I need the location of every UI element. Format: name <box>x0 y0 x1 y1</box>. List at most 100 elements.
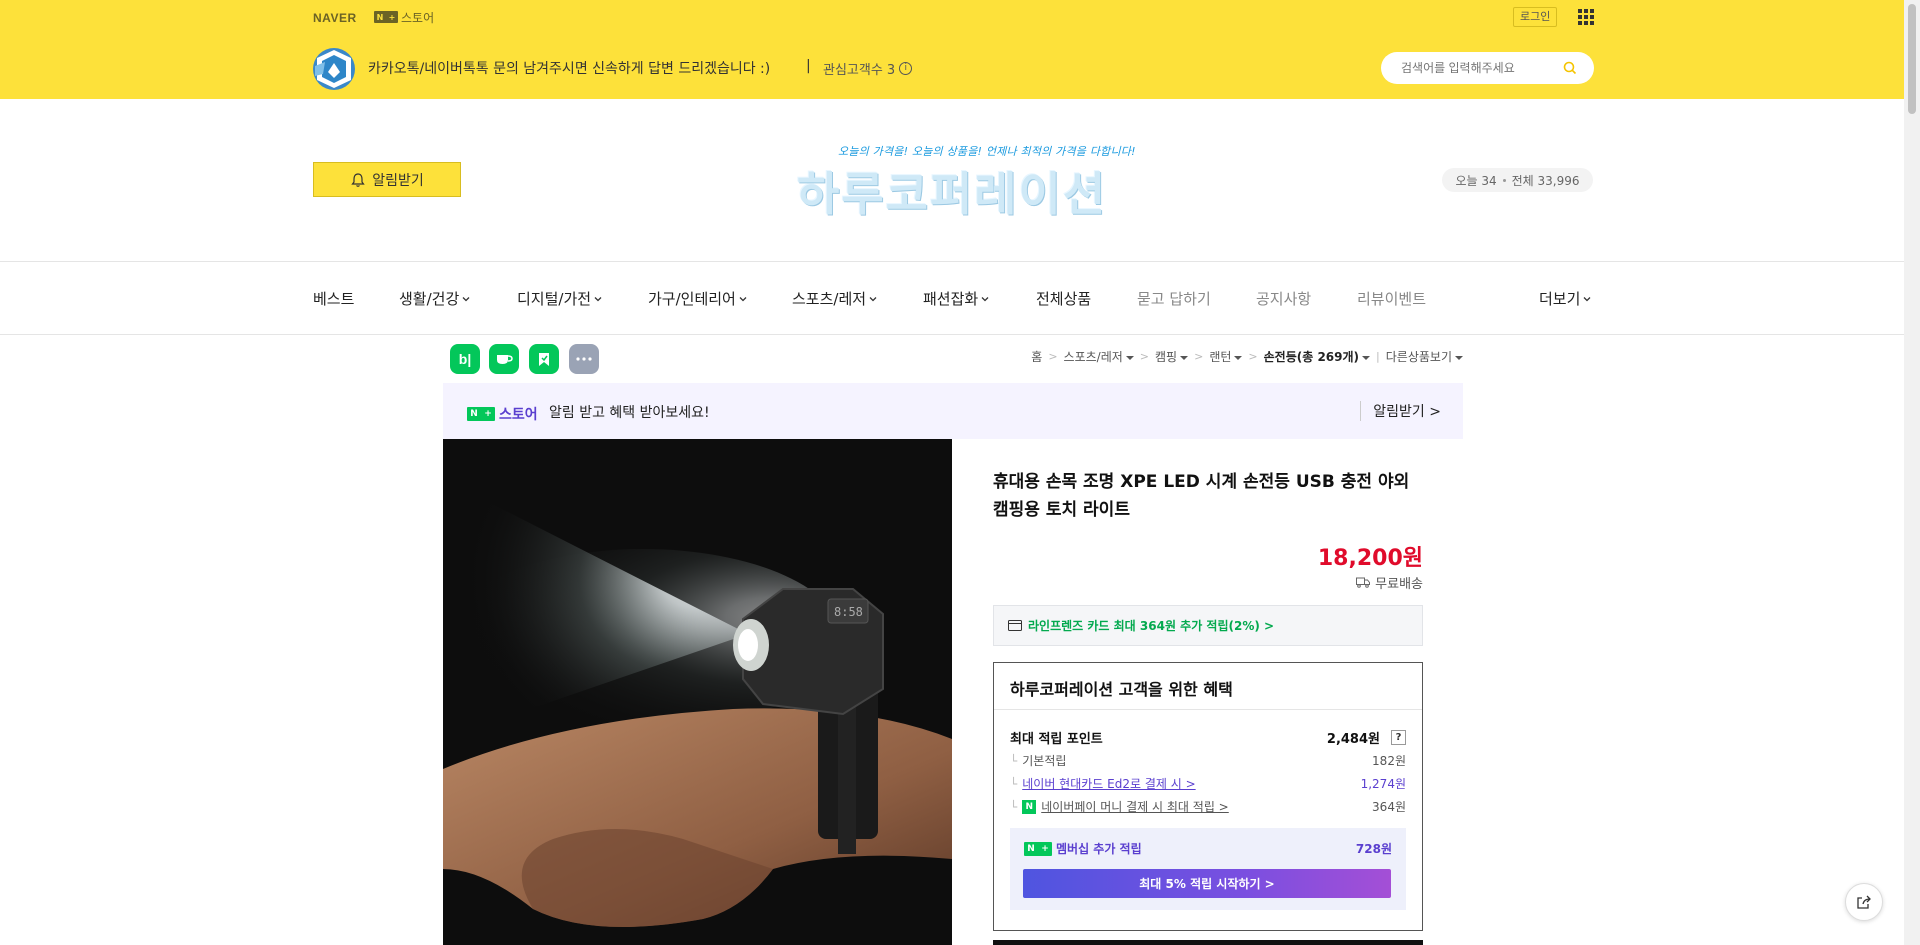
nplus-badge-icon: N + <box>1024 841 1052 856</box>
nplus-badge-icon: N + <box>374 11 398 23</box>
benefit-row-value: 1,274원 <box>1360 777 1406 791</box>
nav-item[interactable]: 묻고 답하기 <box>1137 288 1211 309</box>
alarm-subscribe-button[interactable]: 알림받기 <box>313 162 461 197</box>
nav-item-label: 패션잡화 <box>923 290 979 308</box>
visitors-total: 전체 33,996 <box>1511 173 1580 188</box>
nplus-store-logo: N + 스토어 <box>467 404 538 424</box>
product-price: 18,200원 <box>1317 546 1423 571</box>
chevron-down-icon <box>594 296 602 301</box>
benefit-row-value: 364원 <box>1372 800 1406 814</box>
nav-item[interactable]: 베스트 <box>313 288 354 309</box>
blog-icon[interactable]: b| <box>450 344 480 374</box>
favorite-count-label: 관심고객수 3 <box>823 63 896 78</box>
shipping-info: 무료배송 <box>1356 573 1423 592</box>
nav-item-label: 생활/건강 <box>399 290 460 308</box>
nav-item[interactable]: 전체상품 <box>1036 288 1091 309</box>
nav-item[interactable]: 더보기 <box>1539 288 1591 309</box>
divider: | <box>1376 350 1380 363</box>
store-profile-avatar[interactable] <box>313 48 355 90</box>
notice-alarm-link[interactable]: 알림받기 > <box>1360 401 1441 421</box>
nav-item-label: 리뷰이벤트 <box>1357 290 1427 308</box>
chevron-down-icon <box>981 296 989 301</box>
divider: | <box>806 58 811 74</box>
purchase-bar <box>993 940 1423 945</box>
chevron-down-icon <box>462 296 470 301</box>
hyundai-card-link[interactable]: 네이버 현대카드 Ed2로 결제 시 > <box>1022 775 1195 792</box>
share-button[interactable] <box>1845 883 1883 921</box>
nav-item-label: 스포츠/레저 <box>792 290 867 308</box>
breadcrumb-current[interactable]: 손전등(총 269개) <box>1264 348 1371 365</box>
max-points-row: 최대 적립 포인트 2,484원? <box>1010 728 1406 747</box>
favorite-count[interactable]: 관심고객수 3 i <box>823 59 913 78</box>
breadcrumb-home[interactable]: 홈 <box>1031 348 1042 365</box>
nav-item[interactable]: 가구/인테리어 <box>648 288 747 309</box>
nav-item-label: 베스트 <box>313 290 355 308</box>
naver-plus-store-logo[interactable]: N + 스토어 <box>374 9 434 25</box>
membership-row: N + 멤버십 추가 적립 728원 <box>1024 840 1392 857</box>
caret-down-icon <box>1125 355 1134 360</box>
nav-item[interactable]: 패션잡화 <box>923 288 989 309</box>
chevron-right-icon: > <box>1194 350 1204 363</box>
caret-down-icon <box>1180 355 1189 360</box>
login-button[interactable]: 로그인 <box>1513 7 1558 27</box>
benefit-row-npay-money[interactable]: └ N 네이버페이 머니 결제 시 최대 적립 > 364원 <box>1010 798 1406 815</box>
search-icon[interactable] <box>1563 61 1577 75</box>
notice-text: 알림 받고 혜택 받아보세요! <box>549 405 710 421</box>
breadcrumb: 홈 > 스포츠/레저 > 캠핑 > 랜턴 > 손전등(총 269개) | 다른상… <box>1031 348 1463 365</box>
card-benefit-link[interactable]: 라인프렌즈 카드 최대 364원 추가 적립(2%) > <box>993 605 1423 646</box>
nav-item-label: 디지털/가전 <box>517 290 592 308</box>
benefit-title: 하루코퍼레이션 고객을 위한 혜택 <box>1010 680 1233 699</box>
scrollbar[interactable] <box>1904 0 1920 945</box>
nplus-store-label: 스토어 <box>401 10 435 25</box>
chevron-right-icon: > <box>1048 350 1058 363</box>
card-benefit-text: 라인프렌즈 카드 최대 364원 추가 적립(2%) > <box>1028 619 1275 633</box>
help-icon[interactable]: ? <box>1391 730 1406 745</box>
store-notice-banner: N + 스토어 알림 받고 혜택 받아보세요! 알림받기 > <box>443 383 1463 439</box>
nav-item-label: 전체상품 <box>1036 290 1092 308</box>
category-nav: 베스트 생활/건강 디지털/가전 가구/인테리어 스포츠/레저 패션잡화 전체상품 묻고 답하… <box>0 261 1904 335</box>
nav-item[interactable]: 리뷰이벤트 <box>1357 288 1426 309</box>
membership-value: 728원 <box>1355 842 1392 856</box>
chevron-down-icon <box>1583 296 1591 301</box>
visitors-today: 오늘 34 <box>1455 173 1497 188</box>
npay-money-link[interactable]: 네이버페이 머니 결제 시 최대 적립 > <box>1041 798 1229 815</box>
chevron-down-icon <box>739 296 747 301</box>
breadcrumb-level3[interactable]: 랜턴 <box>1209 348 1243 365</box>
nav-item[interactable]: 디지털/가전 <box>517 288 602 309</box>
nav-item[interactable]: 스포츠/레저 <box>792 288 877 309</box>
chevron-down-icon <box>869 296 877 301</box>
breadcrumb-level1[interactable]: 스포츠/레저 <box>1064 348 1134 365</box>
nav-item-label: 더보기 <box>1539 290 1581 308</box>
nav-item[interactable]: 공지사항 <box>1256 288 1311 309</box>
bookmark-icon[interactable] <box>529 344 559 374</box>
scrollbar-thumb[interactable] <box>1908 4 1916 114</box>
info-icon[interactable]: i <box>899 62 913 75</box>
more-icon[interactable] <box>569 344 599 374</box>
benefit-row-value: 182원 <box>1372 754 1406 768</box>
alarm-button-label: 알림받기 <box>372 172 424 189</box>
nav-item-label: 공지사항 <box>1256 290 1312 308</box>
nav-item[interactable]: 생활/건강 <box>399 288 470 309</box>
membership-start-button[interactable]: 최대 5% 적립 시작하기 > <box>1023 869 1391 898</box>
share-icon <box>1857 895 1871 909</box>
store-logo[interactable]: 하루코퍼레이션 <box>797 158 1107 224</box>
cafe-icon[interactable] <box>489 344 519 374</box>
store-header-band: NAVER N + 스토어 로그인 카카오톡/네이버톡톡 문의 남겨주시면 신속하… <box>0 0 1904 99</box>
naver-logo[interactable]: NAVER <box>313 11 357 25</box>
caret-down-icon <box>1362 355 1371 360</box>
other-products-link[interactable]: 다른상품보기 <box>1386 348 1463 365</box>
nav-item-label: 묻고 답하기 <box>1137 290 1211 308</box>
grid-icon[interactable] <box>1578 9 1594 25</box>
logo-tagline: 오늘의 가격을! 오늘의 상품을! 언제나 최적의 가격을 다합니다! <box>838 145 1136 158</box>
chevron-right-icon: > <box>1139 350 1149 363</box>
benefit-row-hyundai-card[interactable]: └ 네이버 현대카드 Ed2로 결제 시 > 1,274원 <box>1010 775 1406 792</box>
membership-box: N + 멤버십 추가 적립 728원 최대 5% 적립 시작하기 > <box>1010 828 1406 910</box>
caret-down-icon <box>1234 355 1243 360</box>
credit-card-icon <box>1008 620 1022 631</box>
nplus-badge-icon: N + <box>467 407 495 421</box>
max-points-label: 최대 적립 포인트 <box>1010 732 1103 747</box>
product-image[interactable]: 8:58 <box>443 439 952 945</box>
benefit-row-label: 기본적립 <box>1022 754 1067 768</box>
notice-store-label: 스토어 <box>499 407 538 423</box>
breadcrumb-level2[interactable]: 캠핑 <box>1155 348 1189 365</box>
